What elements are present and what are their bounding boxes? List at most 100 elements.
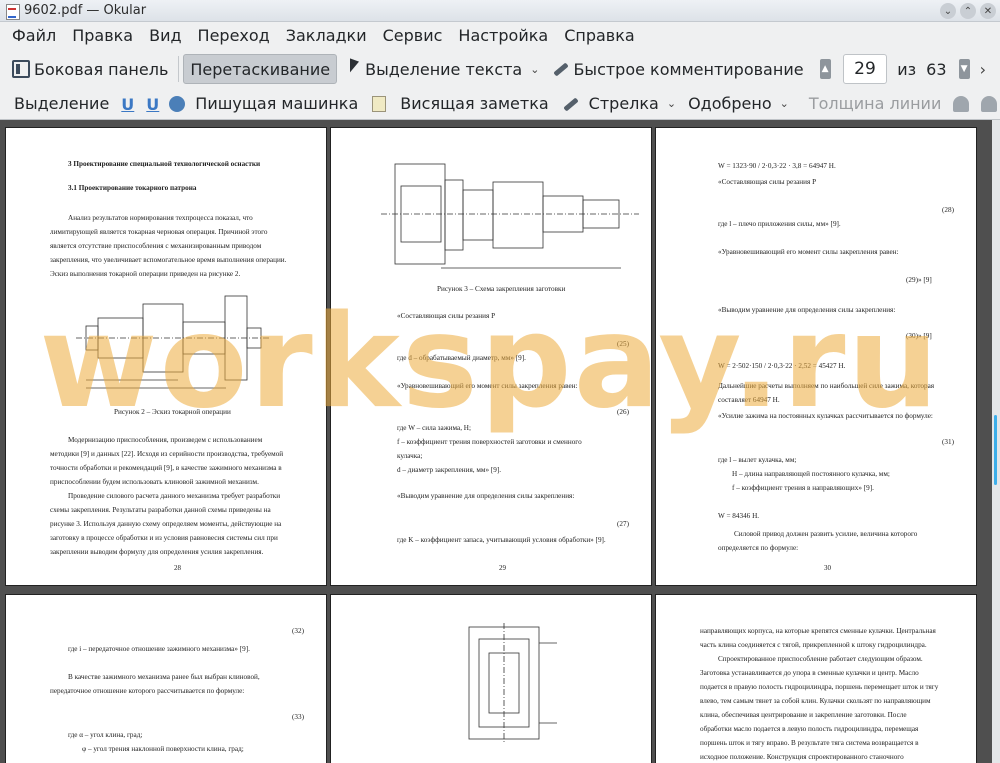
body-line: «Уравновешивающий его момент силы закреп… [397,382,578,390]
main-toolbar: Боковая панель Перетаскивание Выделение … [0,50,1000,88]
body-line: схемы закрепления. Результаты разработки… [50,506,271,514]
body-line: лимитирующей является токарная черновая … [50,228,268,236]
squiggly-underline-icon[interactable]: U [146,95,159,114]
section-heading: 3 Проектирование специальной технологиче… [68,160,261,168]
next-page-icon[interactable]: ▼ [958,59,970,79]
body-line: приспособлении будем использовать клинов… [50,478,259,486]
body-line: W = 2·502·150 / 2·0,3·22 · 2,52 = 45427 … [718,362,846,370]
document-page-32 [330,594,652,763]
menu-go[interactable]: Переход [190,22,278,50]
body-line: «Выводим уравнение для определения силы … [718,306,896,314]
body-line: исходное положение. Конструкция спроекти… [700,753,904,761]
page-number-input[interactable]: 29 [842,54,888,84]
drag-mode-button[interactable]: Перетаскивание [183,54,338,84]
typewriter-tool-label: Пишущая машинка [195,94,359,113]
body-line: часть клина соединяется с тягой, прикреп… [700,641,927,649]
body-line: Эскиз выполнения токарной операции приве… [50,270,241,278]
freehand-pen-icon[interactable] [561,95,579,113]
document-page-30: W = 1323·90 / 2·0,3·22 · 3,8 = 64947 Н. … [655,127,977,586]
body-line: Анализ результатов нормирования техпроце… [68,214,253,222]
chevron-down-icon[interactable]: ⌄ [530,63,539,76]
highlight-tool-button[interactable]: Выделение [8,89,115,119]
text-select-label: Выделение текста [365,59,523,79]
menu-settings[interactable]: Настройка [450,22,556,50]
body-line: f – коэффициент трения в направляющих» [… [732,484,874,492]
body-line: закреплении выводим формулу для определе… [50,548,264,556]
body-line: Силовой привод должен развить усилие, ве… [734,530,918,538]
stamp-tool-button[interactable]: Одобрено ⌄ [682,89,795,119]
page-number: 29 [499,564,506,572]
body-line: φ – угол трения наклонной поверхности кл… [82,745,244,753]
popup-note-label: Висящая заметка [400,94,549,113]
body-line: где l – вылет кулачка, мм; [718,456,797,464]
annotation-toolbar: Выделение U U Пишущая машинка Висящая за… [0,88,1000,120]
body-line: Дальнейшие расчеты выполняем по наибольш… [718,382,935,390]
color-icon[interactable] [953,95,970,112]
current-page-value: 29 [854,59,876,79]
menu-tools[interactable]: Сервис [375,22,451,50]
body-line: где K – коэффициент запаса, учитывающий … [397,536,606,544]
arrow-tool-button[interactable]: Стрелка ⌄ [583,89,682,119]
vertical-scrollbar[interactable] [992,120,1000,763]
body-line: «Составляющая силы резания P [718,178,817,186]
close-icon[interactable]: ✕ [980,3,996,19]
body-line: «Усилие зажима на постоянных кулачках ра… [718,412,933,420]
highlight-tool-label: Выделение [14,94,110,113]
body-line: f – коэффициент трения поверхностей заго… [397,438,582,446]
popup-note-button[interactable]: Висящая заметка [394,89,554,119]
previous-page-icon[interactable]: ▲ [819,59,831,79]
minimize-icon[interactable]: ⌄ [940,3,956,19]
equation-number: (27) [617,520,629,528]
body-line: d – диаметр закрепления, мм» [9]. [397,466,502,474]
menu-edit[interactable]: Правка [64,22,141,50]
sidebar-toggle-button[interactable]: Боковая панель [6,54,174,84]
line-width-button[interactable]: Толщина линии [803,89,948,119]
quick-comment-button[interactable]: Быстрое комментирование [545,54,809,84]
body-line: закрепления, что увеличивает вспомогател… [50,256,287,264]
quick-comment-label: Быстрое комментирование [573,59,804,79]
equation-number: (26) [617,408,629,416]
note-icon[interactable] [372,95,387,112]
window-titlebar: 9602.pdf — Okular ⌄ ⌃ ✕ [0,0,1000,22]
body-line: клина, обеспечивая центрирование и закре… [700,711,907,719]
line-width-label: Толщина линии [808,94,942,113]
menu-bar: Файл Правка Вид Переход Закладки Сервис … [0,22,1000,50]
drag-mode-label: Перетаскивание [190,59,331,79]
body-line: W = 84346 Н. [718,512,760,520]
underline-icon[interactable]: U [121,95,134,114]
menu-bookmarks[interactable]: Закладки [278,22,375,50]
body-line: Проведение силового расчета данного меха… [68,492,281,500]
body-line: Модернизацию приспособления, произведем … [68,436,263,444]
document-view[interactable]: 3 Проектирование специальной технологиче… [0,120,1000,763]
figure-chuck-drawing [468,623,557,743]
body-line: Заготовка устанавливается до упора в сме… [700,669,919,677]
typewriter-tool-button[interactable]: Пишущая машинка [189,89,364,119]
menu-view[interactable]: Вид [141,22,189,50]
figure-caption: Рисунок 3 – Схема закрепления заготовки [437,285,566,293]
chevron-down-icon[interactable]: ⌄ [780,97,789,110]
maximize-icon[interactable]: ⌃ [960,3,976,19]
page-of-label: из [897,59,917,79]
chevron-down-icon[interactable]: ⌄ [667,97,676,110]
opacity-icon[interactable] [981,95,998,112]
equation-number: (30)» [9] [906,332,932,340]
body-line: передаточное отношение которого рассчиты… [50,687,245,695]
menu-file[interactable]: Файл [4,22,64,50]
scrollbar-thumb[interactable] [994,415,997,485]
body-line: «Выводим уравнение для определения силы … [397,492,575,500]
body-line: H – длина направляющей постоянного кулач… [732,470,890,478]
okular-app-icon [4,3,20,20]
equation-number: (29)» [9] [906,276,932,284]
body-line: рисунке 3. Используя данную схему опреде… [50,520,282,528]
document-page-33: направляющих корпуса, на которые крепятс… [655,594,977,763]
toolbar-overflow-chevron-icon[interactable]: › [974,60,992,79]
strikeout-icon[interactable] [169,95,186,112]
document-page-31: (32) где i – передаточное отношение зажи… [5,594,327,763]
body-line: обработки масло подается в левую полость… [700,725,919,733]
stamp-tool-label: Одобрено [688,94,772,113]
body-line: W = 1323·90 / 2·0,3·22 · 3,8 = 64947 Н. [718,162,836,170]
text-select-button[interactable]: Выделение текста ⌄ [343,54,545,84]
menu-help[interactable]: Справка [556,22,643,50]
body-line: составляет 64947 Н. [718,396,780,404]
body-line: где l – плечо приложения силы, мм» [9]. [718,220,841,228]
